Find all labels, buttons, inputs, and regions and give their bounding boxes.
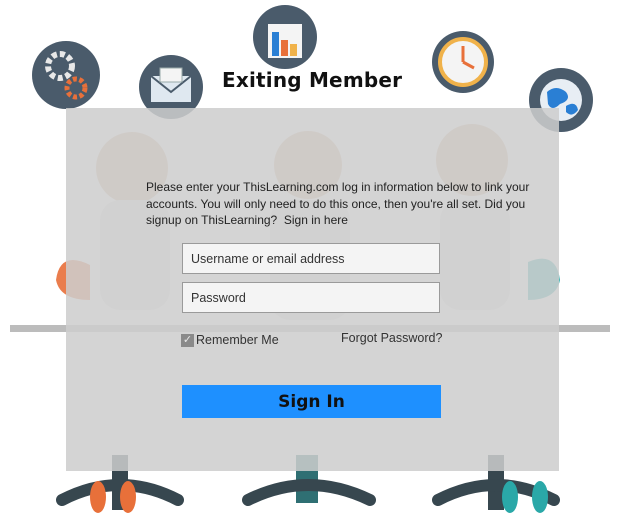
forgot-password-link[interactable]: Forgot Password? (341, 331, 442, 345)
remember-me[interactable]: ✓ Remember Me (181, 333, 279, 347)
remember-me-checkbox[interactable]: ✓ (181, 333, 194, 347)
bar-chart-icon (253, 5, 317, 69)
remember-me-label: Remember Me (196, 333, 279, 347)
username-input[interactable] (182, 243, 440, 274)
gear-icon (32, 41, 100, 109)
page-title: Exiting Member (222, 68, 403, 92)
sign-in-button[interactable]: Sign In (182, 385, 441, 418)
intro-text: Please enter your ThisLearning.com log i… (146, 179, 546, 229)
clock-icon (432, 31, 494, 93)
password-input[interactable] (182, 282, 440, 313)
signin-here-link[interactable]: Sign in here (284, 213, 348, 227)
